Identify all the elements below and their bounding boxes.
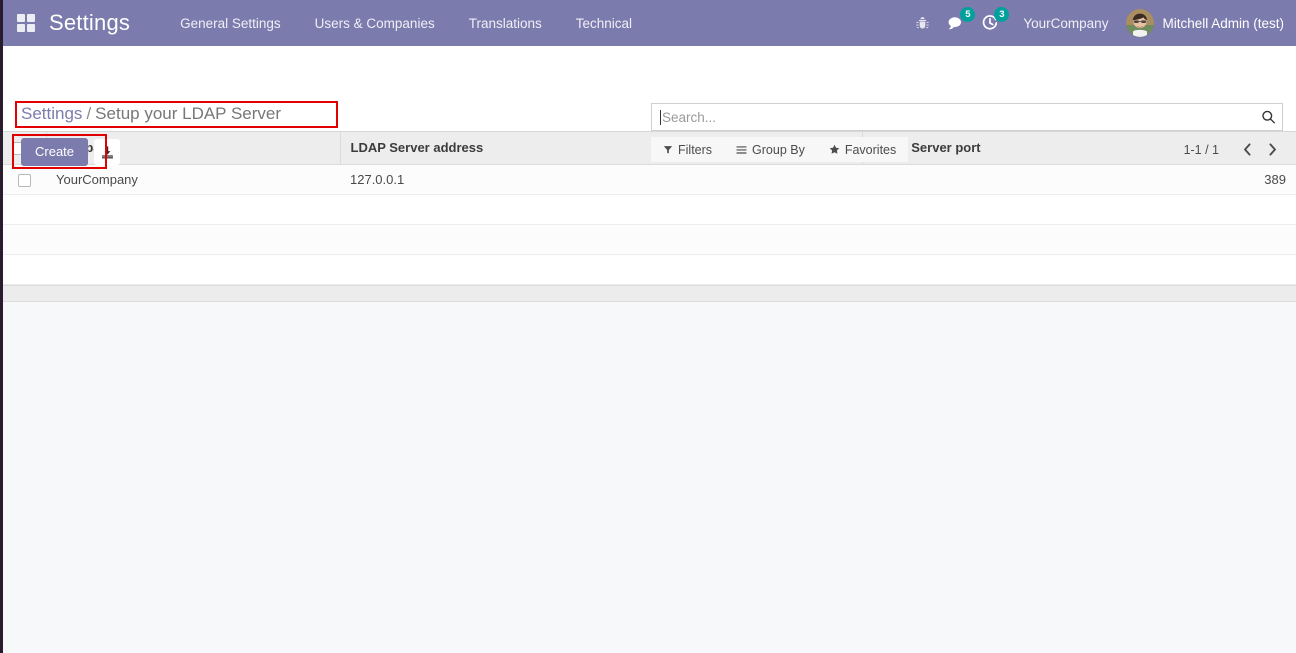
filter-button-group: Filters Group By Favorites bbox=[651, 137, 909, 162]
table-empty-row bbox=[3, 194, 1296, 225]
empty-cell bbox=[340, 224, 862, 255]
action-buttons: Create bbox=[21, 138, 121, 166]
create-button[interactable]: Create bbox=[21, 138, 89, 166]
company-switcher[interactable]: YourCompany bbox=[1009, 16, 1122, 31]
user-menu[interactable]: Mitchell Admin (test) bbox=[1122, 9, 1284, 37]
empty-cell bbox=[340, 194, 862, 225]
search-input[interactable] bbox=[662, 105, 1254, 129]
breadcrumb-current: Setup your LDAP Server bbox=[95, 104, 282, 123]
control-panel: Settings/Setup your LDAP Server Create bbox=[3, 46, 1296, 169]
menu-item-translations[interactable]: Translations bbox=[455, 10, 556, 37]
odoo-app-window: Settings General Settings Users & Compan… bbox=[0, 0, 1296, 653]
search-icon[interactable] bbox=[1261, 110, 1276, 125]
table-empty-row bbox=[3, 254, 1296, 285]
row-select-cell bbox=[3, 164, 46, 195]
chevron-left-icon[interactable] bbox=[1236, 139, 1258, 161]
cell-company[interactable]: YourCompany bbox=[46, 164, 340, 195]
list-footer-bar bbox=[3, 284, 1296, 302]
bug-icon[interactable] bbox=[907, 8, 937, 38]
top-navigation-bar: Settings General Settings Users & Compan… bbox=[3, 0, 1296, 46]
menu-item-users-companies[interactable]: Users & Companies bbox=[301, 10, 449, 37]
messages-icon[interactable]: 5 bbox=[941, 7, 976, 38]
user-avatar bbox=[1126, 9, 1155, 37]
filter-funnel-icon bbox=[663, 145, 673, 155]
empty-cell bbox=[3, 254, 46, 285]
favorites-button[interactable]: Favorites bbox=[817, 137, 908, 162]
empty-cell bbox=[46, 194, 340, 225]
cell-ldap-server-port[interactable]: 389 bbox=[862, 164, 1296, 195]
page-background bbox=[3, 301, 1296, 653]
table-empty-row bbox=[3, 224, 1296, 255]
table-body: YourCompany 127.0.0.1 389 bbox=[3, 164, 1296, 285]
empty-cell bbox=[3, 194, 46, 225]
empty-cell bbox=[862, 194, 1296, 225]
list-lines-icon bbox=[736, 145, 747, 155]
empty-cell bbox=[3, 224, 46, 255]
search-area: Filters Group By bbox=[651, 103, 1283, 162]
group-by-button[interactable]: Group By bbox=[724, 137, 817, 162]
empty-cell bbox=[46, 254, 340, 285]
table-row[interactable]: YourCompany 127.0.0.1 389 bbox=[3, 164, 1296, 195]
filter-row: Filters Group By Favorites 1-1 / 1 bbox=[651, 137, 1283, 162]
pager-count: 1-1 / 1 bbox=[1183, 142, 1219, 157]
group-by-label: Group By bbox=[752, 142, 805, 157]
menu-item-technical[interactable]: Technical bbox=[562, 10, 646, 37]
breadcrumb-separator: / bbox=[86, 104, 92, 123]
apps-grid-icon[interactable] bbox=[17, 14, 35, 32]
star-icon bbox=[829, 144, 840, 155]
menu-item-general-settings[interactable]: General Settings bbox=[166, 10, 295, 37]
breadcrumb: Settings / Setup your LDAP Server bbox=[21, 104, 281, 124]
import-download-icon[interactable] bbox=[94, 139, 121, 165]
chevron-right-icon[interactable] bbox=[1261, 139, 1283, 161]
user-name-label: Mitchell Admin (test) bbox=[1162, 15, 1284, 31]
row-checkbox[interactable] bbox=[18, 173, 31, 187]
top-bar-right-group: 5 3 YourCompany Mitchell Admin (test) bbox=[907, 0, 1296, 46]
text-caret bbox=[660, 109, 661, 125]
pager: 1-1 / 1 bbox=[1184, 137, 1283, 162]
activity-icon[interactable]: 3 bbox=[975, 7, 1010, 38]
favorites-label: Favorites bbox=[844, 142, 897, 157]
breadcrumb-root-link[interactable]: Settings bbox=[21, 104, 82, 123]
empty-cell bbox=[46, 224, 340, 255]
activity-badge: 3 bbox=[994, 7, 1010, 22]
empty-cell bbox=[862, 254, 1296, 285]
filters-label: Filters bbox=[678, 142, 713, 157]
filters-button[interactable]: Filters bbox=[651, 137, 724, 162]
search-box[interactable] bbox=[651, 103, 1283, 131]
empty-cell bbox=[862, 224, 1296, 255]
app-brand-title[interactable]: Settings bbox=[49, 10, 130, 36]
cell-ldap-server-address[interactable]: 127.0.0.1 bbox=[340, 164, 862, 195]
messages-badge: 5 bbox=[960, 7, 976, 22]
empty-cell bbox=[340, 254, 862, 285]
